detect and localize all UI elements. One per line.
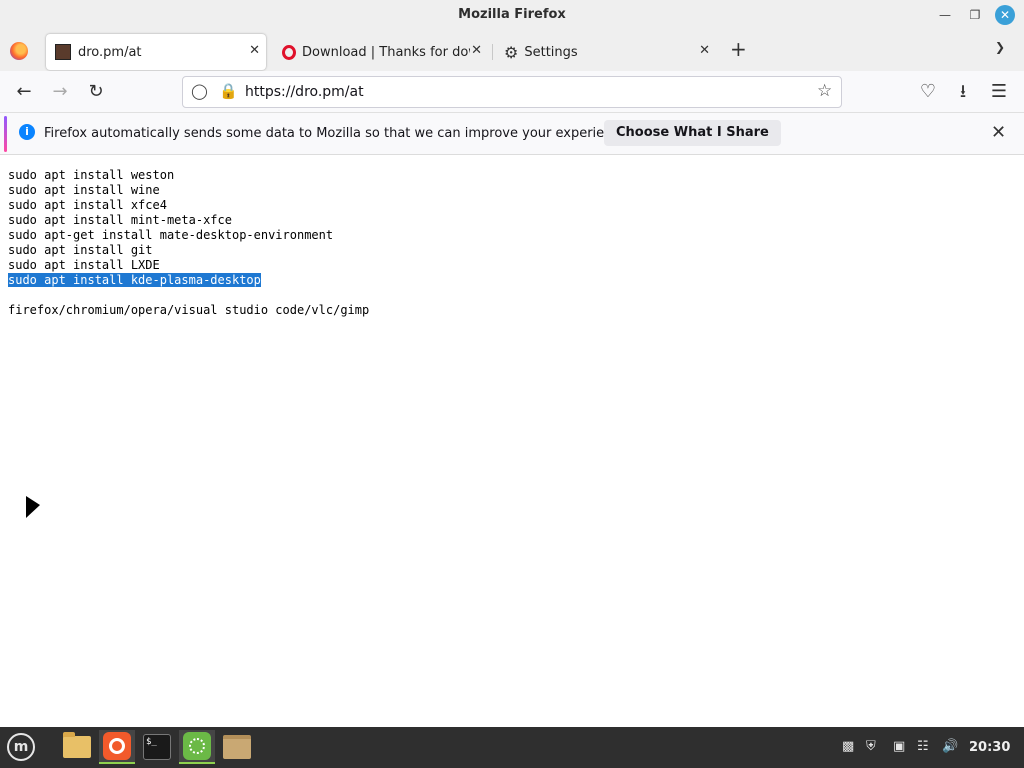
back-arrow-icon[interactable]: ←: [13, 81, 35, 103]
firefox-icon[interactable]: [99, 730, 135, 764]
text-line: [8, 288, 369, 303]
text-line: sudo apt install weston: [8, 168, 175, 182]
calculator-icon[interactable]: [179, 730, 215, 764]
tracking-shield-icon[interactable]: ◯: [191, 82, 208, 100]
keyboard-layout-icon[interactable]: ▣: [893, 739, 905, 754]
files-icon[interactable]: [59, 730, 95, 764]
text-line: sudo apt install mint-meta-xfce: [8, 213, 232, 227]
clock[interactable]: 20:30: [969, 740, 1010, 755]
tab-separator: [492, 44, 493, 60]
gear-icon: ⚙: [504, 42, 519, 62]
downloads-icon[interactable]: ⭳: [952, 81, 974, 103]
notification-bar: i Firefox automatically sends some data …: [0, 113, 1024, 155]
info-icon: i: [19, 124, 35, 140]
site-favicon-icon: [55, 44, 71, 60]
notification-accent: [4, 116, 7, 152]
firefox-view-icon[interactable]: [10, 42, 28, 60]
text-line: sudo apt install git: [8, 243, 153, 257]
text-line: sudo apt-get install mate-desktop-enviro…: [8, 228, 334, 242]
archive-icon[interactable]: [219, 730, 255, 764]
tab-label: dro.pm/at: [78, 44, 142, 60]
reload-icon[interactable]: ↻: [85, 81, 107, 103]
url-text[interactable]: https://dro.pm/at: [245, 84, 364, 100]
navigation-toolbar: ← → ↻ ◯ 🔒 https://dro.pm/at ☆ ♡ ⭳ ☰: [0, 71, 1024, 113]
maximize-button[interactable]: ❐: [965, 5, 985, 25]
shield-icon[interactable]: ⛨: [866, 739, 876, 754]
close-window-button[interactable]: ✕: [995, 5, 1015, 25]
close-notification-icon[interactable]: ✕: [991, 122, 1006, 143]
window-title: Mozilla Firefox: [458, 7, 566, 22]
minimize-button[interactable]: —: [935, 5, 955, 25]
text-line: sudo apt install LXDE: [8, 258, 160, 272]
hamburger-menu-icon[interactable]: ☰: [988, 81, 1010, 103]
tab-download[interactable]: Download | Thanks for dow ✕: [274, 34, 488, 70]
network-icon[interactable]: ☷: [917, 739, 929, 754]
tab-label: Download | Thanks for dow: [302, 44, 470, 60]
tab-close-icon[interactable]: ✕: [699, 43, 710, 58]
choose-what-i-share-button[interactable]: Choose What I Share: [604, 120, 781, 146]
bookmark-star-icon[interactable]: ☆: [817, 81, 832, 101]
tab-close-icon[interactable]: ✕: [471, 43, 482, 58]
window-titlebar: Mozilla Firefox — ❐ ✕: [0, 0, 1024, 30]
text-line: firefox/chromium/opera/visual studio cod…: [8, 303, 370, 317]
taskbar: m $_ ▩ ⛨ ▣ ☷ 🔊 20:30: [0, 727, 1024, 768]
selected-text-line: sudo apt install kde-plasma-desktop: [8, 273, 369, 288]
notification-message: Firefox automatically sends some data to…: [44, 126, 632, 141]
tab-bar: dro.pm/at ✕ Download | Thanks for dow ✕ …: [0, 30, 1024, 71]
update-manager-icon[interactable]: ▩: [842, 739, 854, 754]
menu-icon[interactable]: m: [3, 730, 39, 764]
plain-text-document: sudo apt install weston sudo apt install…: [8, 168, 369, 318]
page-content: sudo apt install weston sudo apt install…: [0, 156, 1024, 727]
forward-arrow-icon[interactable]: →: [49, 81, 71, 103]
new-tab-plus-icon[interactable]: +: [730, 37, 747, 61]
tab-label: Settings: [524, 44, 578, 60]
volume-icon[interactable]: 🔊: [942, 739, 958, 754]
tab-dro-pm[interactable]: dro.pm/at ✕: [46, 34, 266, 70]
tab-close-icon[interactable]: ✕: [249, 43, 260, 58]
list-all-tabs-chevron-icon[interactable]: ❯: [995, 40, 1005, 54]
lock-icon[interactable]: 🔒: [219, 82, 238, 100]
tab-settings[interactable]: ⚙ Settings ✕: [496, 34, 716, 70]
text-line: sudo apt install wine: [8, 183, 160, 197]
text-line: sudo apt install xfce4: [8, 198, 167, 212]
pocket-icon[interactable]: ♡: [917, 81, 939, 103]
mouse-pointer-icon: [26, 496, 40, 518]
url-bar[interactable]: ◯ 🔒 https://dro.pm/at ☆: [182, 76, 842, 108]
terminal-icon[interactable]: $_: [139, 730, 175, 764]
opera-icon: [282, 44, 296, 60]
text-selection: sudo apt install kde-plasma-desktop: [8, 273, 261, 287]
